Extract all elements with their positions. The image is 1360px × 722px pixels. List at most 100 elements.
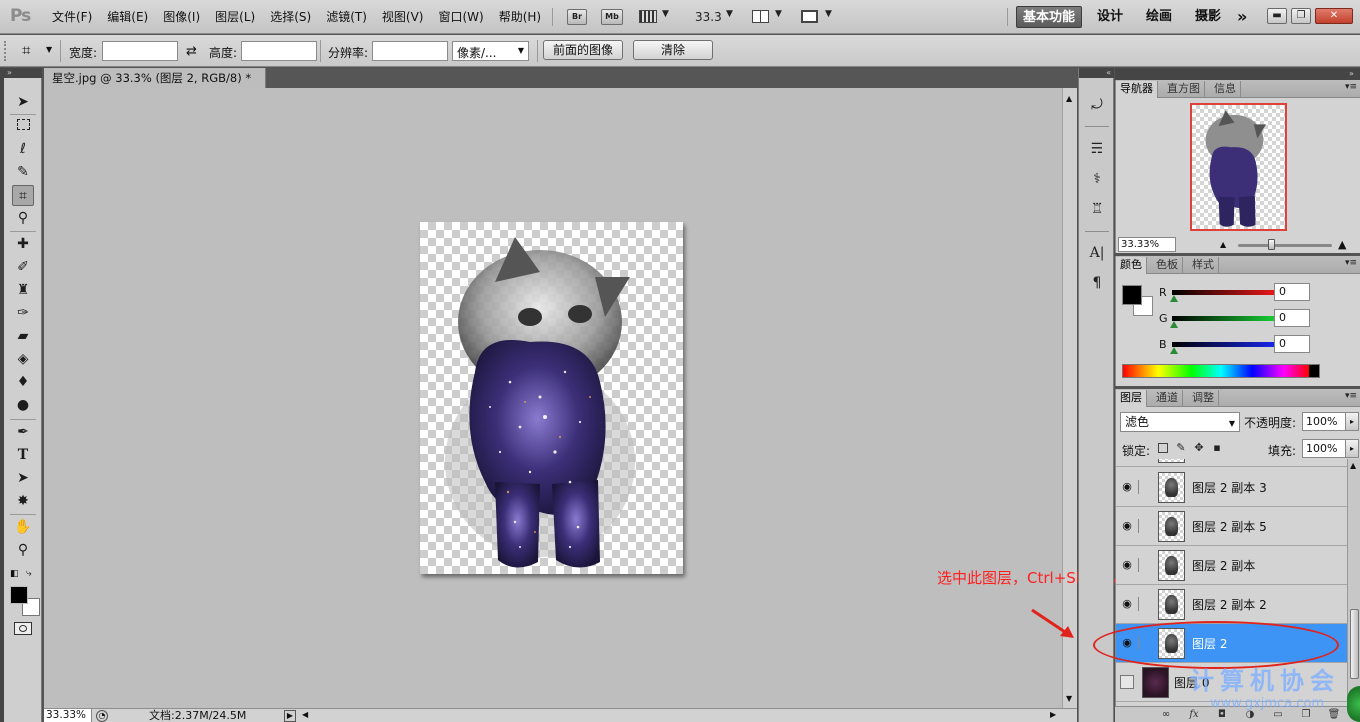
arrange-documents-icon[interactable]	[752, 10, 769, 23]
front-image-button[interactable]: 前面的图像	[543, 40, 623, 60]
menu-edit[interactable]: 编辑(E)	[103, 0, 152, 34]
tab-info[interactable]: 信息	[1210, 81, 1241, 98]
scrollbar-thumb[interactable]	[1350, 609, 1359, 679]
lock-all-icon[interactable]: ▪	[1210, 441, 1224, 455]
visibility-checkbox[interactable]	[1120, 675, 1134, 689]
history-brush-tool-icon[interactable]: ✑	[12, 303, 34, 324]
panel-menu-icon[interactable]: ▾≡	[1345, 258, 1357, 268]
layer-name[interactable]: 图层 2 副本 2	[1192, 596, 1267, 613]
tool-presets-icon[interactable]: ♖	[1086, 198, 1108, 220]
tab-histogram[interactable]: 直方图	[1163, 81, 1205, 98]
type-tool-icon[interactable]: T	[12, 445, 34, 466]
tab-adjustments[interactable]: 调整	[1188, 390, 1219, 407]
more-workspaces-icon[interactable]: »	[1231, 6, 1253, 28]
path-selection-tool-icon[interactable]: ➤	[12, 468, 34, 489]
scroll-down-icon[interactable]: ▼	[1066, 694, 1072, 703]
foreground-color-swatch[interactable]	[1122, 285, 1142, 305]
swap-colors-icon[interactable]: ⤷	[26, 568, 32, 579]
delete-layer-icon[interactable]: 🗑	[1327, 708, 1341, 721]
clone-stamp-tool-icon[interactable]: ♜	[12, 280, 34, 301]
navigator-zoom-slider[interactable]	[1238, 244, 1332, 247]
lock-transparent-icon[interactable]	[1158, 443, 1168, 453]
character-panel-icon[interactable]: A|	[1086, 242, 1108, 264]
layer-style-icon[interactable]: fx	[1187, 708, 1201, 721]
menu-help[interactable]: 帮助(H)	[495, 0, 545, 34]
layer-row[interactable]: ◉ 图层 2 副本 3	[1116, 468, 1347, 507]
foreground-color-swatch[interactable]	[10, 586, 28, 604]
fill-field[interactable]: 100%	[1302, 439, 1346, 458]
red-channel-value[interactable]: 0	[1274, 283, 1310, 301]
dodge-tool-icon[interactable]: ●	[12, 395, 34, 416]
tab-channels[interactable]: 通道	[1152, 390, 1183, 407]
screen-mode-icon[interactable]	[801, 10, 818, 23]
scroll-right-icon[interactable]: ▶	[1050, 710, 1056, 719]
width-field[interactable]	[102, 41, 178, 61]
healing-brush-tool-icon[interactable]: ✚	[12, 234, 34, 255]
swap-icon[interactable]: ⇄	[186, 44, 197, 59]
scroll-left-icon[interactable]: ◀	[302, 710, 308, 719]
menu-select[interactable]: 选择(S)	[266, 0, 315, 34]
blue-channel-slider[interactable]	[1172, 342, 1285, 347]
eye-icon[interactable]: ◉	[1120, 558, 1134, 572]
panel-menu-icon[interactable]: ▾≡	[1345, 391, 1357, 401]
eyedropper-tool-icon[interactable]: ⚲	[12, 208, 34, 229]
hand-tool-icon[interactable]: ✋	[12, 517, 34, 538]
chevron-down-icon[interactable]: ▼	[775, 9, 782, 19]
chevron-down-icon[interactable]: ▼	[825, 9, 832, 19]
default-colors-icon[interactable]: ◧	[10, 569, 19, 579]
quick-mask-icon[interactable]	[14, 622, 32, 635]
zoom-out-icon[interactable]: ▲	[1220, 240, 1226, 249]
status-menu-icon[interactable]: ▶	[284, 710, 296, 722]
lock-pixels-icon[interactable]: ✎	[1174, 441, 1188, 455]
tab-navigator[interactable]: 导航器	[1116, 81, 1158, 98]
opacity-stepper-icon[interactable]: ▸	[1345, 412, 1359, 431]
close-button[interactable]: ✕	[1315, 8, 1353, 24]
red-channel-knob[interactable]	[1170, 295, 1178, 302]
canvas-area[interactable]	[44, 88, 1062, 708]
clone-source-icon[interactable]: ⚕	[1086, 168, 1108, 190]
green-channel-slider[interactable]	[1172, 316, 1285, 321]
tab-swatches[interactable]: 色板	[1152, 257, 1183, 274]
layer-name[interactable]: 图层 2 副本	[1192, 557, 1255, 574]
minimize-button[interactable]: ▬	[1267, 8, 1287, 24]
opacity-field[interactable]: 100%	[1302, 412, 1346, 431]
workspace-design[interactable]: 设计	[1091, 6, 1129, 28]
pen-tool-icon[interactable]: ✒	[12, 422, 34, 443]
resolution-field[interactable]	[372, 41, 448, 61]
blend-mode-select[interactable]: 滤色 ▼	[1120, 412, 1240, 432]
marquee-tool-icon[interactable]	[12, 116, 34, 137]
chevron-down-icon[interactable]: ▼	[46, 45, 52, 54]
tab-color[interactable]: 颜色	[1116, 257, 1147, 274]
move-tool-icon[interactable]: ➤	[12, 92, 34, 113]
blue-channel-value[interactable]: 0	[1274, 335, 1310, 353]
red-channel-slider[interactable]	[1172, 290, 1285, 295]
panel-collapse-icon[interactable]: »	[1349, 68, 1354, 80]
menu-filter[interactable]: 滤镜(T)	[322, 0, 371, 34]
restore-button[interactable]: ❐	[1291, 8, 1311, 24]
blur-tool-icon[interactable]: ♦	[12, 372, 34, 393]
menu-layer[interactable]: 图层(L)	[211, 0, 259, 34]
custom-shape-tool-icon[interactable]: ✸	[12, 491, 34, 512]
link-layers-icon[interactable]: ∞	[1159, 708, 1173, 721]
crop-tool-icon[interactable]: ⌗	[22, 41, 30, 59]
layer-row[interactable]: ◉ 图层 2 副本	[1116, 546, 1347, 585]
workspace-photography[interactable]: 摄影	[1189, 6, 1227, 28]
eye-icon[interactable]: ◉	[1120, 480, 1134, 494]
menu-view[interactable]: 视图(V)	[378, 0, 428, 34]
zoom-tool-icon[interactable]: ⚲	[12, 540, 34, 561]
dock-collapse-icon[interactable]: «	[1079, 68, 1114, 78]
layer-row[interactable]: ◉ 图层 2 副本 5	[1116, 507, 1347, 546]
chevron-down-icon[interactable]: ▼	[662, 9, 669, 19]
document-tab[interactable]: 星空.jpg @ 33.3% (图层 2, RGB/8) * ✕	[44, 68, 266, 104]
layer-name[interactable]: 图层 2 副本 5	[1192, 518, 1267, 535]
layer-row[interactable]: ◉ 图层 2 副本 2	[1116, 585, 1347, 624]
paint-bucket-tool-icon[interactable]: ◈	[12, 349, 34, 370]
zoom-in-icon[interactable]: ▲	[1338, 238, 1346, 251]
status-info-icon[interactable]: ◔	[96, 710, 108, 722]
lock-position-icon[interactable]: ✥	[1192, 441, 1206, 455]
layer-row[interactable]	[1116, 459, 1347, 467]
workspace-basic[interactable]: 基本功能	[1016, 6, 1083, 28]
brush-presets-icon[interactable]: ☴	[1086, 138, 1108, 160]
menu-image[interactable]: 图像(I)	[159, 0, 204, 34]
height-field[interactable]	[241, 41, 317, 61]
